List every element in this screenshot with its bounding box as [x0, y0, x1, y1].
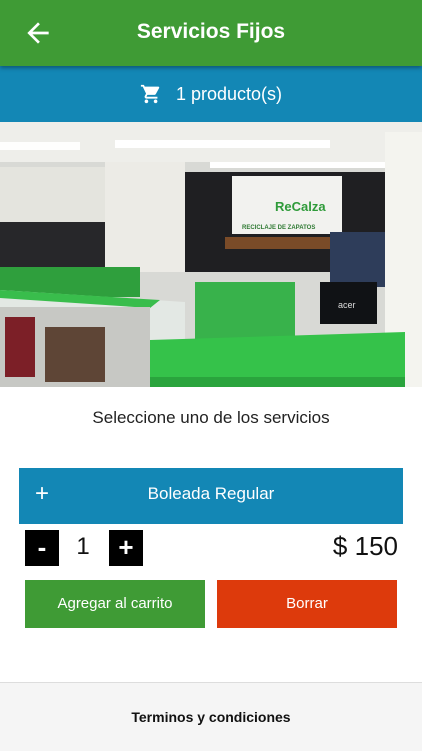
decrease-quantity-button[interactable]: -: [25, 530, 59, 566]
app-bar: Servicios Fijos: [0, 0, 422, 66]
logo-text: ReCalza: [275, 199, 326, 214]
service-item-boleada-regular[interactable]: + Boleada Regular: [19, 468, 403, 524]
add-to-cart-button[interactable]: Agregar al carrito: [25, 580, 205, 628]
cart-summary-bar[interactable]: 1 producto(s): [0, 66, 422, 122]
delete-button[interactable]: Borrar: [217, 580, 397, 628]
footer: Terminos y condiciones: [0, 682, 422, 751]
store-photo: ReCalza RECICLAJE DE ZAPATOS acer: [0, 122, 422, 387]
service-prompt: Seleccione uno de los servicios: [92, 408, 330, 427]
increase-quantity-button[interactable]: +: [109, 530, 143, 566]
service-name: Boleada Regular: [147, 484, 275, 503]
logo-subtext: RECICLAJE DE ZAPATOS: [242, 225, 315, 231]
monitor-brand: acer: [338, 300, 356, 310]
price-label: $ 150: [332, 531, 398, 561]
quantity-value: 1: [76, 533, 90, 560]
terms-link[interactable]: Terminos y condiciones: [0, 709, 422, 725]
cart-count-label: 1 producto(s): [175, 83, 283, 104]
cart-icon: [140, 84, 160, 104]
page-title: Servicios Fijos: [136, 20, 286, 43]
